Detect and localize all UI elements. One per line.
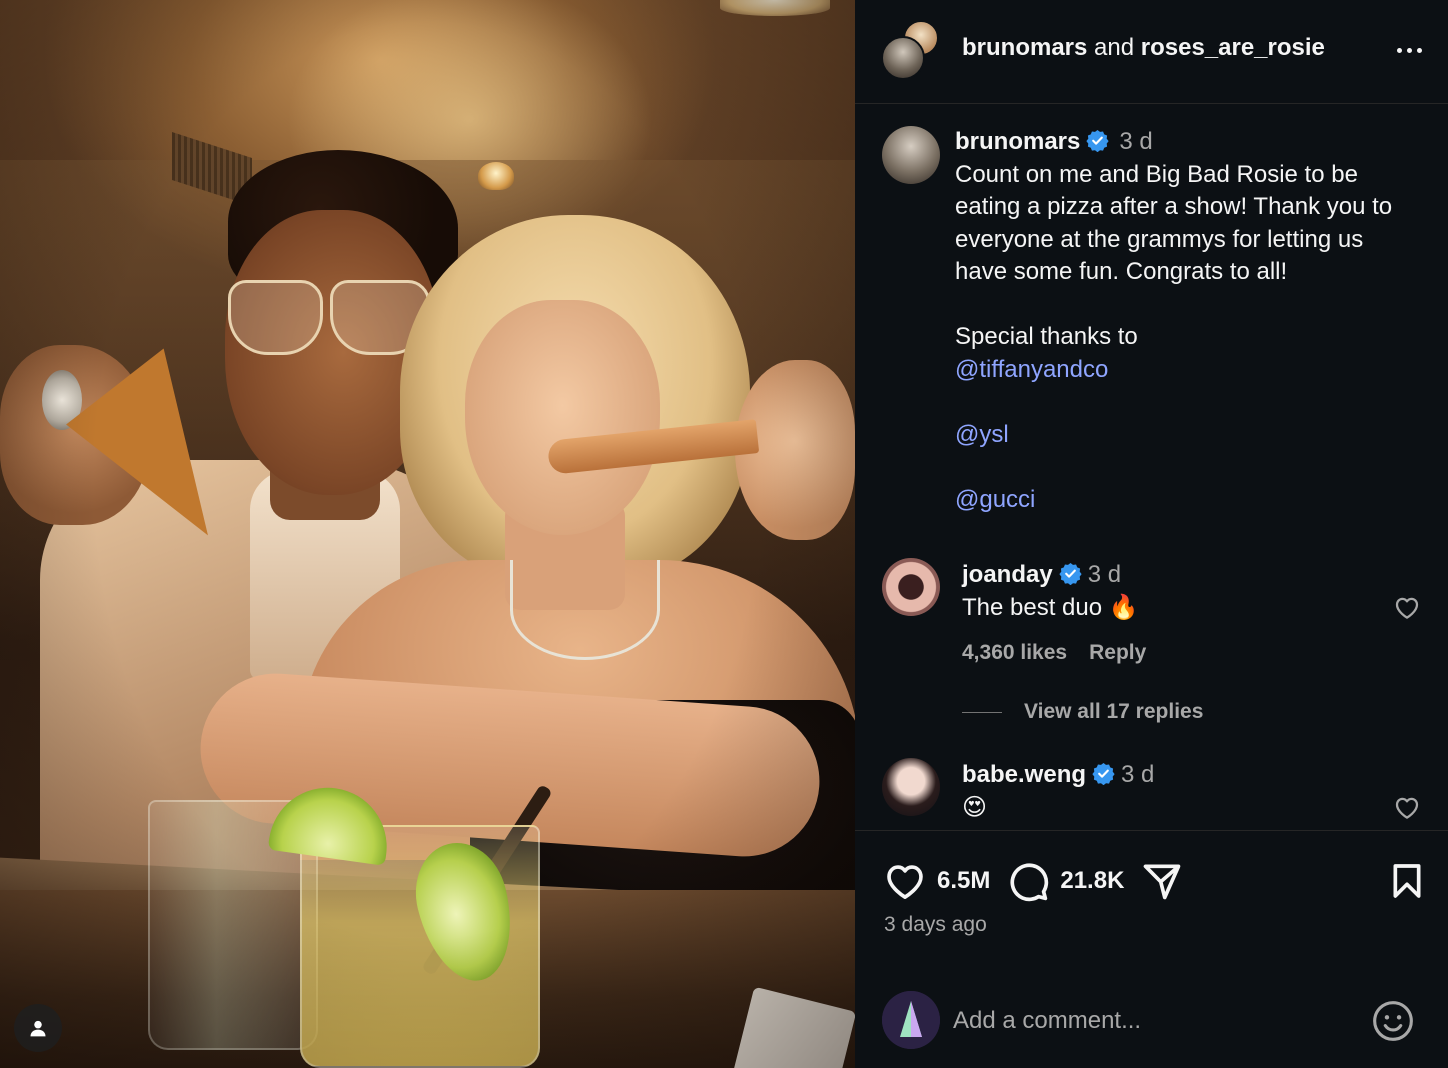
avatar[interactable]: [882, 558, 940, 616]
comment-timestamp[interactable]: 3 d: [1121, 761, 1154, 788]
post-caption: brunomars 3 d Count on me and Big Bad Ros…: [955, 126, 1415, 516]
post-actions: 6.5M 21.8K 3 days ago: [855, 830, 1448, 1068]
comment-bubble-icon[interactable]: [1006, 859, 1050, 903]
like-comment-heart-icon[interactable]: [1392, 792, 1422, 822]
emoji-smiley-icon[interactable]: [1371, 999, 1415, 1043]
caption-header: brunomars 3 d: [955, 126, 1415, 159]
caption-thanks: Special thanks to: [955, 323, 1138, 350]
view-replies-label: View all 17 replies: [1024, 700, 1204, 723]
comment-input[interactable]: [953, 999, 1353, 1043]
avatar[interactable]: [882, 758, 940, 816]
save-bookmark-icon[interactable]: [1387, 859, 1427, 903]
post-header: brunomars and roses_are_rosie: [855, 0, 1448, 104]
more-dot: [1406, 47, 1412, 53]
verified-badge-icon: [1092, 762, 1115, 785]
user-icon: [30, 1020, 46, 1037]
comment-username-link[interactable]: joanday: [962, 561, 1053, 588]
action-row: 6.5M 21.8K: [883, 859, 1184, 903]
avatar[interactable]: [882, 991, 940, 1049]
photo-vignette: [0, 0, 855, 1068]
post-timestamp[interactable]: 3 days ago: [884, 913, 987, 937]
likes-count[interactable]: 6.5M: [937, 867, 990, 895]
comment-header: babe.weng 3 d: [962, 758, 1382, 791]
caption-text: Count on me and Big Bad Rosie to be eati…: [955, 160, 1399, 286]
comment-username-link[interactable]: babe.weng: [962, 761, 1086, 788]
verified-badge-icon: [1059, 562, 1082, 585]
comment-item: joanday 3 d The best duo 🔥 4,360 likes Rep…: [882, 558, 1422, 688]
comment-text: The best duo 🔥: [962, 594, 1139, 621]
caption-timestamp[interactable]: 3 d: [1119, 128, 1152, 155]
mention-link[interactable]: @ysl: [955, 419, 1415, 452]
post-photo[interactable]: [0, 0, 855, 1068]
comment-timestamp[interactable]: 3 d: [1088, 561, 1121, 588]
comment-header: joanday 3 d: [962, 558, 1382, 591]
verified-badge-icon: [1086, 129, 1109, 152]
avatar[interactable]: [882, 126, 940, 184]
comments-count[interactable]: 21.8K: [1060, 867, 1124, 895]
current-user-avatar-icon: [882, 991, 940, 1049]
author-username-link[interactable]: brunomars: [962, 34, 1087, 61]
comment-text: 😍: [962, 794, 988, 821]
comment-body: joanday 3 d The best duo 🔥 4,360 likes Rep…: [962, 558, 1382, 669]
mention-link[interactable]: @gucci: [955, 484, 1415, 517]
reply-button[interactable]: Reply: [1089, 641, 1146, 664]
post-sidebar: brunomars and roses_are_rosie brunomars 3…: [855, 0, 1448, 1068]
share-send-icon[interactable]: [1140, 859, 1184, 903]
more-dot: [1416, 47, 1422, 53]
post-authors: brunomars and roses_are_rosie: [962, 34, 1325, 62]
author-username-link[interactable]: roses_are_rosie: [1141, 34, 1325, 61]
authors-joiner: and: [1087, 34, 1141, 61]
comment-meta: 4,360 likes Reply: [962, 636, 1382, 669]
tagged-users-button[interactable]: [14, 1004, 62, 1052]
comment-likes-link[interactable]: 4,360 likes: [962, 641, 1067, 664]
like-heart-icon[interactable]: [883, 859, 927, 903]
mention-link[interactable]: @tiffanyandco: [955, 354, 1415, 387]
collab-avatars[interactable]: [881, 20, 941, 80]
add-comment-bar: [855, 979, 1448, 1068]
view-replies-button[interactable]: View all 17 replies: [962, 700, 1203, 724]
like-comment-heart-icon[interactable]: [1392, 592, 1422, 622]
comment-body: babe.weng 3 d 😍: [962, 758, 1382, 824]
comment-item: babe.weng 3 d 😍: [882, 758, 1422, 828]
more-options-button[interactable]: [1389, 36, 1429, 64]
more-horizontal-icon: [1396, 47, 1402, 53]
caption-username-link[interactable]: brunomars: [955, 128, 1080, 155]
avatar[interactable]: [881, 36, 925, 80]
replies-divider-line: [962, 711, 1002, 713]
